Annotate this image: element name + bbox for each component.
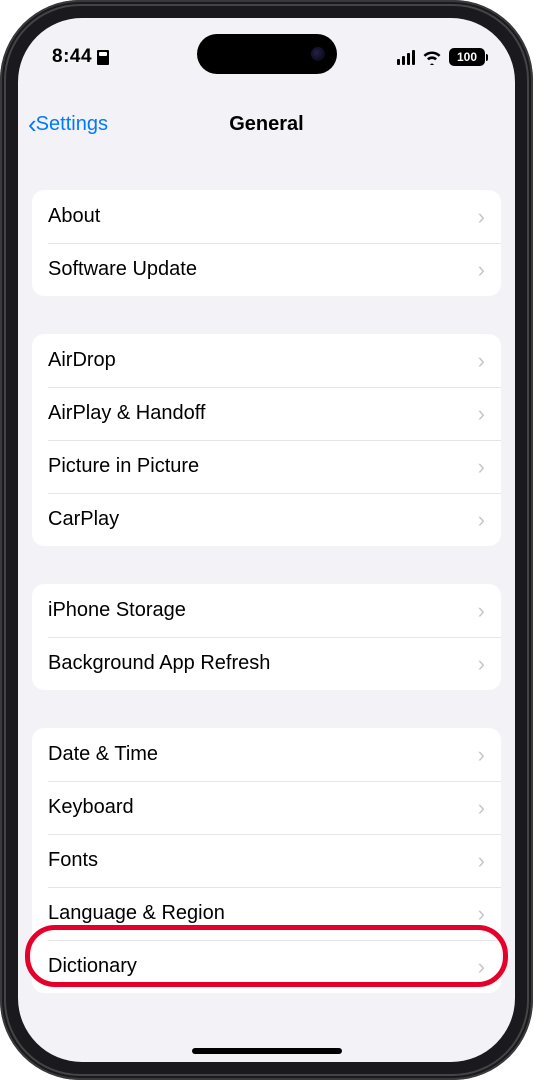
- status-left: 8:44: [52, 46, 109, 68]
- status-right: 100: [397, 48, 486, 66]
- home-indicator[interactable]: [192, 1048, 342, 1054]
- row-background-app-refresh[interactable]: Background App Refresh ›: [32, 637, 501, 690]
- row-label: Fonts: [48, 849, 478, 872]
- row-label: CarPlay: [48, 508, 478, 531]
- back-button[interactable]: ‹ Settings: [28, 109, 108, 140]
- chevron-right-icon: ›: [478, 454, 485, 480]
- row-label: About: [48, 205, 478, 228]
- chevron-right-icon: ›: [478, 651, 485, 677]
- row-label: Picture in Picture: [48, 455, 478, 478]
- row-iphone-storage[interactable]: iPhone Storage ›: [32, 584, 501, 637]
- row-airplay-handoff[interactable]: AirPlay & Handoff ›: [32, 387, 501, 440]
- row-label: AirPlay & Handoff: [48, 402, 478, 425]
- nav-bar: ‹ Settings General: [18, 96, 515, 152]
- row-language-region[interactable]: Language & Region ›: [32, 887, 501, 940]
- iphone-frame: 8:44 100 ‹ Settings: [0, 0, 533, 1080]
- chevron-right-icon: ›: [478, 257, 485, 283]
- dynamic-island: [197, 34, 337, 74]
- status-time: 8:44: [52, 46, 92, 68]
- cellular-icon: [397, 50, 416, 65]
- chevron-right-icon: ›: [478, 795, 485, 821]
- chevron-right-icon: ›: [478, 348, 485, 374]
- chevron-right-icon: ›: [478, 401, 485, 427]
- back-label: Settings: [36, 113, 108, 136]
- settings-group-3: iPhone Storage › Background App Refresh …: [32, 584, 501, 690]
- row-label: Software Update: [48, 258, 478, 281]
- row-carplay[interactable]: CarPlay ›: [32, 493, 501, 546]
- row-label: Dictionary: [48, 955, 478, 978]
- row-picture-in-picture[interactable]: Picture in Picture ›: [32, 440, 501, 493]
- screen: 8:44 100 ‹ Settings: [18, 18, 515, 1062]
- row-airdrop[interactable]: AirDrop ›: [32, 334, 501, 387]
- row-label: Background App Refresh: [48, 652, 478, 675]
- chevron-right-icon: ›: [478, 848, 485, 874]
- settings-group-1: About › Software Update ›: [32, 190, 501, 296]
- row-dictionary[interactable]: Dictionary ›: [32, 940, 501, 993]
- row-label: iPhone Storage: [48, 599, 478, 622]
- row-fonts[interactable]: Fonts ›: [32, 834, 501, 887]
- chevron-right-icon: ›: [478, 954, 485, 980]
- settings-group-4: Date & Time › Keyboard › Fonts › Languag…: [32, 728, 501, 993]
- row-date-time[interactable]: Date & Time ›: [32, 728, 501, 781]
- row-label: Date & Time: [48, 743, 478, 766]
- row-label: AirDrop: [48, 349, 478, 372]
- battery-level: 100: [457, 50, 477, 64]
- chevron-right-icon: ›: [478, 901, 485, 927]
- row-label: Keyboard: [48, 796, 478, 819]
- row-keyboard[interactable]: Keyboard ›: [32, 781, 501, 834]
- chevron-right-icon: ›: [478, 204, 485, 230]
- settings-content: About › Software Update › AirDrop › AirP…: [18, 168, 515, 1062]
- wifi-icon: [422, 50, 442, 65]
- row-about[interactable]: About ›: [32, 190, 501, 243]
- sim-icon: [97, 50, 109, 65]
- chevron-right-icon: ›: [478, 598, 485, 624]
- row-label: Language & Region: [48, 902, 478, 925]
- battery-icon: 100: [449, 48, 485, 66]
- chevron-right-icon: ›: [478, 742, 485, 768]
- row-software-update[interactable]: Software Update ›: [32, 243, 501, 296]
- settings-group-2: AirDrop › AirPlay & Handoff › Picture in…: [32, 334, 501, 546]
- chevron-right-icon: ›: [478, 507, 485, 533]
